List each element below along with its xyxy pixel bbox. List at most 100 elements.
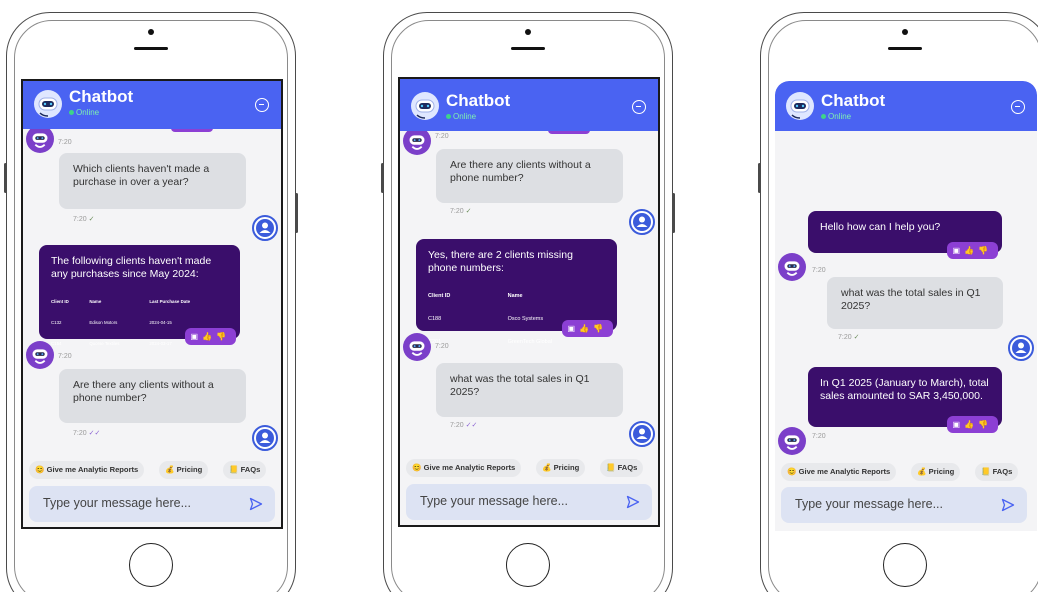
message-text: Yes, there are 2 clients missing phone n… [428,249,573,274]
chat-title: Chatbot [446,91,511,110]
table-header-cell: Name [89,299,102,304]
table-cell: C132 [51,320,62,325]
online-dot-icon [69,110,74,115]
home-button[interactable] [129,543,173,587]
chip-analytic-reports[interactable]: 😊 Give me Analytic Reports [29,461,145,479]
bot-message-bubble: In Q1 2025 (January to March), total sal… [808,367,1002,433]
chip-pricing[interactable]: 💰 Pricing [159,461,209,479]
chat-header: Chatbot Online [775,81,1037,131]
thumbs-up-icon[interactable]: 👍 [202,332,216,341]
bot-avatar-icon [26,129,54,153]
copy-icon[interactable]: ▣ [568,324,580,333]
table-cell: C188 [428,316,442,322]
chatbot-logo-icon [785,91,815,121]
chip-pricing[interactable]: 💰 Pricing [536,459,586,477]
message-input[interactable]: Type your message here... [29,486,275,522]
table-header-row: Client ID Name [428,285,605,308]
user-message-bubble: Which clients haven't made a purchase in… [59,153,246,209]
quick-replies: 😊 Give me Analytic Reports 💰 Pricing 📒 F… [400,459,658,479]
phone-side-button [4,163,7,193]
user-avatar-icon [252,425,278,451]
thumbs-down-icon[interactable]: 👎 [978,246,992,255]
message-text: Which clients haven't made a purchase in… [73,163,210,188]
chip-faqs[interactable]: 📒 FAQs [600,459,644,477]
phone-side-button [381,163,384,193]
status-online: Online [821,112,851,121]
message-time: 7:20 [812,433,826,440]
chat-title: Chatbot [69,87,134,106]
message-text: Hello how can I help you? [820,221,941,233]
status-text: Online [76,108,100,117]
chip-pricing[interactable]: 💰 Pricing [911,463,961,481]
thumbs-up-icon[interactable]: 👍 [964,420,978,429]
minimize-icon[interactable] [1011,100,1025,114]
message-list[interactable]: Hello how can I help you? ▣👍👎 7:20 what … [775,131,1037,456]
message-time: 7:20 [58,139,72,146]
message-text: The following clients haven't made any p… [51,255,212,280]
chip-faqs[interactable]: 📒 FAQs [975,463,1019,481]
chat-screen: Chatbot Online 7:20 Are there any client… [398,77,660,527]
thumbs-down-icon[interactable]: 👎 [978,420,992,429]
bot-avatar-icon [778,253,806,281]
message-time: 7:20 ✓✓ [450,422,478,429]
chip-faqs[interactable]: 📒 FAQs [223,461,267,479]
phone-mockup-1: Chatbot Online 7:20 Which clients haven'… [4,12,298,592]
thumbs-up-icon[interactable]: 👍 [964,246,978,255]
chat-title: Chatbot [821,91,886,110]
user-message-bubble: what was the total sales in Q1 2025? [827,277,1003,329]
phone-side-button [672,193,675,233]
message-actions-bar [171,129,213,132]
table-header-row: Client ID Name Last Purchase Date [51,291,228,312]
status-text: Online [828,112,852,121]
message-input[interactable]: Type your message here... [781,487,1027,523]
camera-icon [148,29,154,35]
user-message-bubble: what was the total sales in Q1 2025? [436,363,623,417]
home-button[interactable] [506,543,550,587]
message-time: 7:20 ✓✓ [73,430,101,437]
sent-check-icon: ✓ [88,216,95,223]
chip-analytic-reports[interactable]: 😊 Give me Analytic Reports [781,463,897,481]
thumbs-down-icon[interactable]: 👎 [593,324,607,333]
message-input[interactable]: Type your message here... [406,484,652,520]
message-actions-bar: ▣👍👎 [184,328,236,345]
sent-check-icon: ✓ [465,208,472,215]
table-header-cell: Last Purchase Date [149,299,191,304]
thumbs-up-icon[interactable]: 👍 [579,324,593,333]
message-input-placeholder: Type your message here... [795,497,943,511]
camera-icon [525,29,531,35]
table-header-cell: Name [507,293,523,299]
thumbs-down-icon[interactable]: 👎 [216,332,230,341]
phone-side-button [295,193,298,233]
table-header-cell: Client ID [428,293,451,299]
speaker-icon [888,47,922,50]
send-icon[interactable] [626,495,640,509]
message-text: what was the total sales in Q1 2025? [841,287,981,312]
message-actions-bar: ▣👍👎 [946,416,998,433]
table-header-cell: Client ID [51,299,69,304]
user-message-bubble: Are there any clients without a phone nu… [436,149,623,203]
message-list[interactable]: 7:20 Which clients haven't made a purcha… [23,129,281,451]
message-text: what was the total sales in Q1 2025? [450,373,590,398]
copy-icon[interactable]: ▣ [953,420,965,429]
minimize-icon[interactable] [632,100,646,114]
user-avatar-icon [252,215,278,241]
message-list[interactable]: 7:20 Are there any clients without a pho… [400,131,658,453]
minimize-icon[interactable] [255,98,269,112]
table-cell: C154 [51,341,62,346]
copy-icon[interactable]: ▣ [191,332,203,341]
status-text: Online [453,112,477,121]
message-time: 7:20 [435,133,449,140]
phone-mockup-2: Chatbot Online 7:20 Are there any client… [381,12,675,592]
chat-header: Chatbot Online [400,79,658,131]
phone-side-button [758,163,761,193]
send-icon[interactable] [1001,498,1015,512]
message-text: Are there any clients without a phone nu… [73,379,214,404]
copy-icon[interactable]: ▣ [953,246,965,255]
bot-message-bubble: The following clients haven't made any p… [39,245,240,346]
table-cell: Edison Motors [89,320,118,325]
message-time: 7:20 [58,353,72,360]
online-dot-icon [821,114,826,119]
home-button[interactable] [883,543,927,587]
send-icon[interactable] [249,497,263,511]
chip-analytic-reports[interactable]: 😊 Give me Analytic Reports [406,459,522,477]
